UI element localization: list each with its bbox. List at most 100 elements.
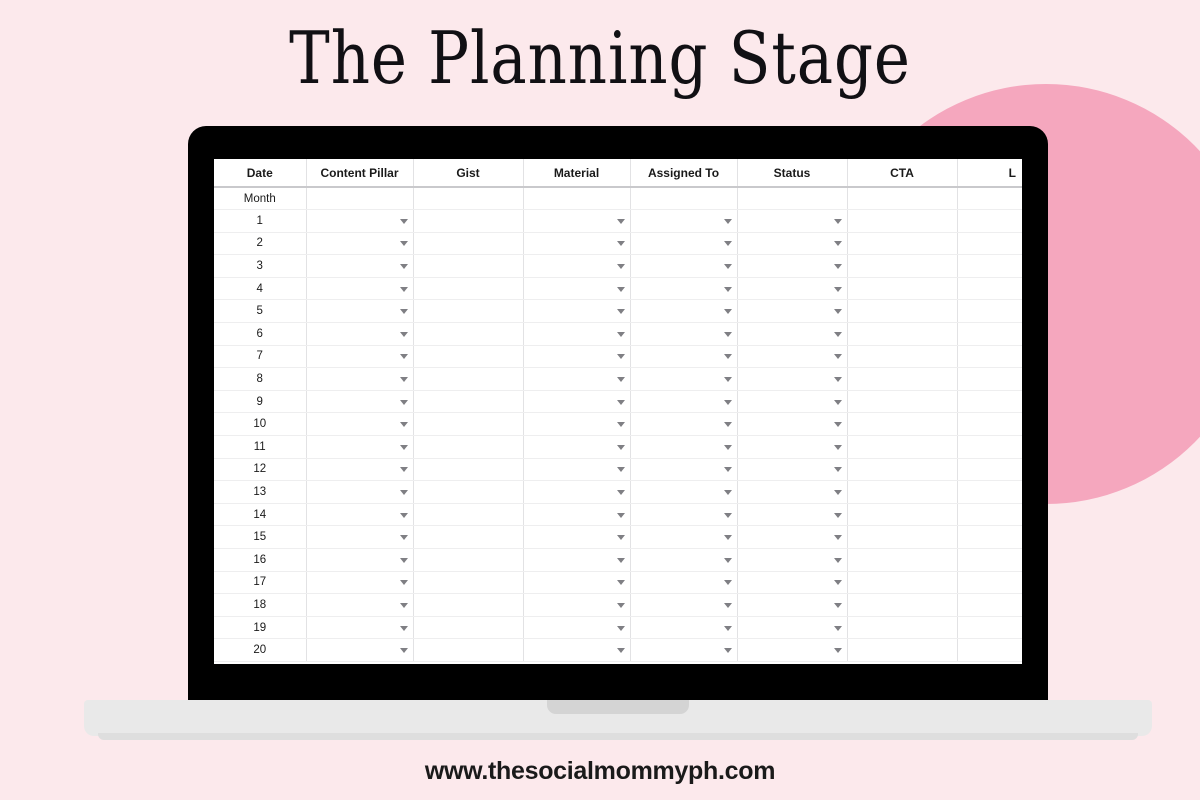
cell-assigned-to[interactable] xyxy=(630,209,738,233)
table-row[interactable]: 6 xyxy=(214,322,1022,346)
cell-date[interactable]: 19 xyxy=(214,616,307,640)
chevron-down-icon[interactable] xyxy=(833,422,842,428)
chevron-down-icon[interactable] xyxy=(833,286,842,292)
cell-gist[interactable] xyxy=(413,367,524,391)
cell-assigned-to[interactable] xyxy=(630,525,738,549)
cell-gist[interactable] xyxy=(413,322,524,346)
cell-material[interactable] xyxy=(523,209,631,233)
cell-cta[interactable] xyxy=(847,299,958,324)
chevron-down-icon[interactable] xyxy=(616,377,625,383)
chevron-down-icon[interactable] xyxy=(833,309,842,315)
chevron-down-icon[interactable] xyxy=(399,331,408,337)
cell-l[interactable] xyxy=(957,277,1022,301)
cell-l[interactable] xyxy=(957,322,1022,346)
cell-cta[interactable] xyxy=(847,593,958,617)
cell-content-pillar[interactable] xyxy=(306,593,414,617)
chevron-down-icon[interactable] xyxy=(616,625,625,631)
chevron-down-icon[interactable] xyxy=(399,309,408,315)
table-row[interactable]: Month xyxy=(214,187,1022,211)
cell-content-pillar[interactable] xyxy=(306,503,414,527)
chevron-down-icon[interactable] xyxy=(723,264,732,270)
cell-gist[interactable] xyxy=(413,435,524,459)
chevron-down-icon[interactable] xyxy=(723,309,732,315)
cell-material[interactable] xyxy=(523,254,631,278)
cell-content-pillar[interactable] xyxy=(306,254,414,278)
chevron-down-icon[interactable] xyxy=(723,331,732,337)
cell-cta[interactable] xyxy=(847,277,958,301)
table-row[interactable]: 19 xyxy=(214,616,1022,640)
chevron-down-icon[interactable] xyxy=(399,444,408,450)
cell-material[interactable] xyxy=(523,390,631,414)
chevron-down-icon[interactable] xyxy=(833,512,842,518)
chevron-down-icon[interactable] xyxy=(723,286,732,292)
chevron-down-icon[interactable] xyxy=(399,377,408,383)
cell-material[interactable] xyxy=(523,322,631,346)
chevron-down-icon[interactable] xyxy=(616,467,625,473)
chevron-down-icon[interactable] xyxy=(399,648,408,654)
cell-cta[interactable] xyxy=(847,525,958,549)
cell-status[interactable] xyxy=(737,209,848,233)
column-header-truncated[interactable]: L xyxy=(957,159,1022,188)
cell-date[interactable]: 14 xyxy=(214,503,307,527)
chevron-down-icon[interactable] xyxy=(833,241,842,247)
chevron-down-icon[interactable] xyxy=(723,444,732,450)
column-header-material[interactable]: Material xyxy=(523,159,631,188)
cell-l[interactable] xyxy=(957,254,1022,278)
cell-gist[interactable] xyxy=(413,299,524,324)
cell-cta[interactable] xyxy=(847,232,958,256)
chevron-down-icon[interactable] xyxy=(833,399,842,405)
cell-cta[interactable] xyxy=(847,254,958,278)
cell-status[interactable] xyxy=(737,232,848,256)
chevron-down-icon[interactable] xyxy=(616,331,625,337)
cell-gist[interactable] xyxy=(413,209,524,233)
cell-content-pillar[interactable] xyxy=(306,616,414,640)
cell-gist[interactable] xyxy=(413,412,524,437)
cell-date[interactable]: 5 xyxy=(214,299,307,324)
cell-cta[interactable] xyxy=(847,322,958,346)
cell-l[interactable] xyxy=(957,232,1022,256)
cell-assigned-to[interactable] xyxy=(630,254,738,278)
cell-material[interactable] xyxy=(523,458,631,482)
cell-assigned-to[interactable] xyxy=(630,548,738,572)
chevron-down-icon[interactable] xyxy=(723,602,732,608)
cell-material[interactable] xyxy=(523,548,631,572)
cell-cta[interactable] xyxy=(847,571,958,595)
cell-content-pillar[interactable] xyxy=(306,209,414,233)
chevron-down-icon[interactable] xyxy=(833,557,842,563)
cell-l[interactable] xyxy=(957,593,1022,617)
cell-content-pillar[interactable] xyxy=(306,548,414,572)
cell-assigned-to[interactable] xyxy=(630,458,738,482)
cell-status[interactable] xyxy=(737,187,848,211)
cell-status[interactable] xyxy=(737,390,848,414)
cell-status[interactable] xyxy=(737,299,848,324)
chevron-down-icon[interactable] xyxy=(833,648,842,654)
chevron-down-icon[interactable] xyxy=(616,602,625,608)
chevron-down-icon[interactable] xyxy=(723,377,732,383)
table-row[interactable]: 16 xyxy=(214,548,1022,572)
cell-l[interactable] xyxy=(957,571,1022,595)
cell-cta[interactable] xyxy=(847,187,958,211)
cell-cta[interactable] xyxy=(847,638,958,662)
cell-assigned-to[interactable] xyxy=(630,638,738,662)
cell-gist[interactable] xyxy=(413,548,524,572)
cell-l[interactable] xyxy=(957,412,1022,437)
cell-date[interactable]: 3 xyxy=(214,254,307,278)
table-row[interactable]: 2 xyxy=(214,232,1022,256)
chevron-down-icon[interactable] xyxy=(616,490,625,496)
cell-gist[interactable] xyxy=(413,571,524,595)
cell-assigned-to[interactable] xyxy=(630,435,738,459)
cell-date[interactable]: 12 xyxy=(214,458,307,482)
column-header-content-pillar[interactable]: Content Pillar xyxy=(306,159,414,188)
column-header-assigned-to[interactable]: Assigned To xyxy=(630,159,738,188)
cell-material[interactable] xyxy=(523,593,631,617)
cell-content-pillar[interactable] xyxy=(306,435,414,459)
chevron-down-icon[interactable] xyxy=(833,354,842,360)
cell-status[interactable] xyxy=(737,322,848,346)
cell-date[interactable]: 11 xyxy=(214,435,307,459)
cell-assigned-to[interactable] xyxy=(630,345,738,369)
chevron-down-icon[interactable] xyxy=(616,422,625,428)
cell-content-pillar[interactable] xyxy=(306,458,414,482)
chevron-down-icon[interactable] xyxy=(723,422,732,428)
cell-l[interactable] xyxy=(957,638,1022,662)
chevron-down-icon[interactable] xyxy=(723,648,732,654)
